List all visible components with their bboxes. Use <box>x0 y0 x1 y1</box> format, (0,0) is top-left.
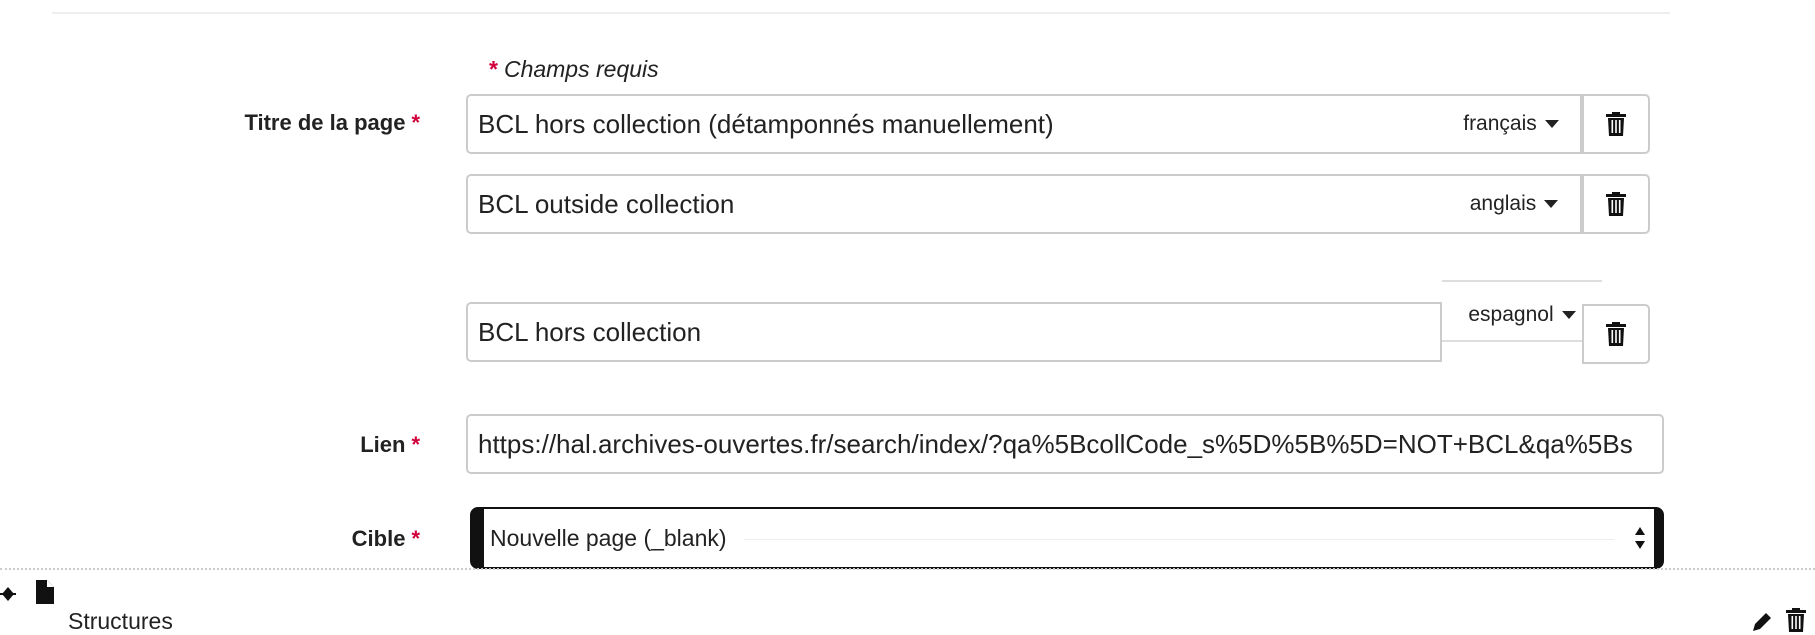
pencil-icon[interactable] <box>1750 610 1774 634</box>
trash-icon[interactable] <box>1786 608 1806 632</box>
title-input-fr[interactable]: BCL hors collection (détamponnés manuell… <box>466 94 1444 154</box>
select-arrows-icon <box>1635 527 1645 549</box>
trash-icon <box>1606 192 1626 216</box>
delete-title-es-button[interactable] <box>1582 304 1650 364</box>
trash-icon <box>1606 112 1626 136</box>
lang-select-es-top-border <box>1442 280 1602 282</box>
delete-title-fr-button[interactable] <box>1582 94 1650 154</box>
title-input-es[interactable]: BCL hors collection <box>466 302 1442 362</box>
required-star: * <box>411 432 420 457</box>
page-title-label: Titre de la page * <box>244 110 420 135</box>
tree-item-row[interactable]: Structures <box>0 568 1815 634</box>
title-input-en[interactable]: BCL outside collection <box>466 174 1450 234</box>
top-divider <box>52 12 1670 14</box>
tree-item-label: Structures <box>68 608 173 634</box>
required-note-text: Champs requis <box>503 56 659 82</box>
file-icon <box>36 580 54 604</box>
lang-select-es[interactable]: espagnol <box>1442 298 1602 332</box>
caret-down-icon <box>1561 311 1576 319</box>
caret-down-icon <box>1544 120 1559 128</box>
required-star: * <box>411 110 420 135</box>
select-inner-line <box>744 539 1614 540</box>
target-select[interactable]: Nouvelle page (_blank) <box>470 507 1664 569</box>
required-star: * <box>411 526 420 551</box>
trash-icon <box>1606 322 1626 346</box>
required-star: * <box>489 56 498 82</box>
lang-select-fr[interactable]: français <box>1442 94 1582 154</box>
link-label: Lien * <box>360 432 420 457</box>
tree-expand-icon[interactable] <box>0 582 16 606</box>
required-fields-note: * Champs requis <box>489 56 659 83</box>
lang-select-es-bottom-border <box>1442 340 1602 342</box>
delete-title-en-button[interactable] <box>1582 174 1650 234</box>
lang-select-en[interactable]: anglais <box>1448 174 1582 234</box>
caret-down-icon <box>1544 200 1559 208</box>
link-input[interactable]: https://hal.archives-ouvertes.fr/search/… <box>466 414 1664 474</box>
target-label: Cible * <box>351 526 420 551</box>
